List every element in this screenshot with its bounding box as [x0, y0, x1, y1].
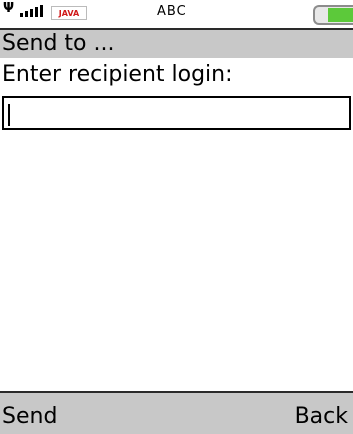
signal-strength-icon [20, 5, 43, 17]
battery-icon [313, 5, 353, 25]
battery-level [328, 8, 353, 22]
recipient-login-input[interactable] [2, 96, 351, 130]
input-mode-indicator: ABC [157, 4, 187, 19]
send-softkey[interactable]: Send [2, 402, 57, 432]
screen-title-bar: Send to ... [0, 30, 353, 58]
antenna-icon: Ψ [3, 1, 15, 16]
recipient-login-label: Enter recipient login: [2, 62, 233, 87]
status-bar: Ψ JAVA ABC [0, 0, 353, 30]
screen-title: Send to ... [2, 31, 115, 56]
back-softkey[interactable]: Back [295, 402, 348, 432]
text-caret [8, 104, 10, 126]
softkey-bar: Send Back [0, 391, 353, 434]
java-icon: JAVA [51, 6, 87, 20]
